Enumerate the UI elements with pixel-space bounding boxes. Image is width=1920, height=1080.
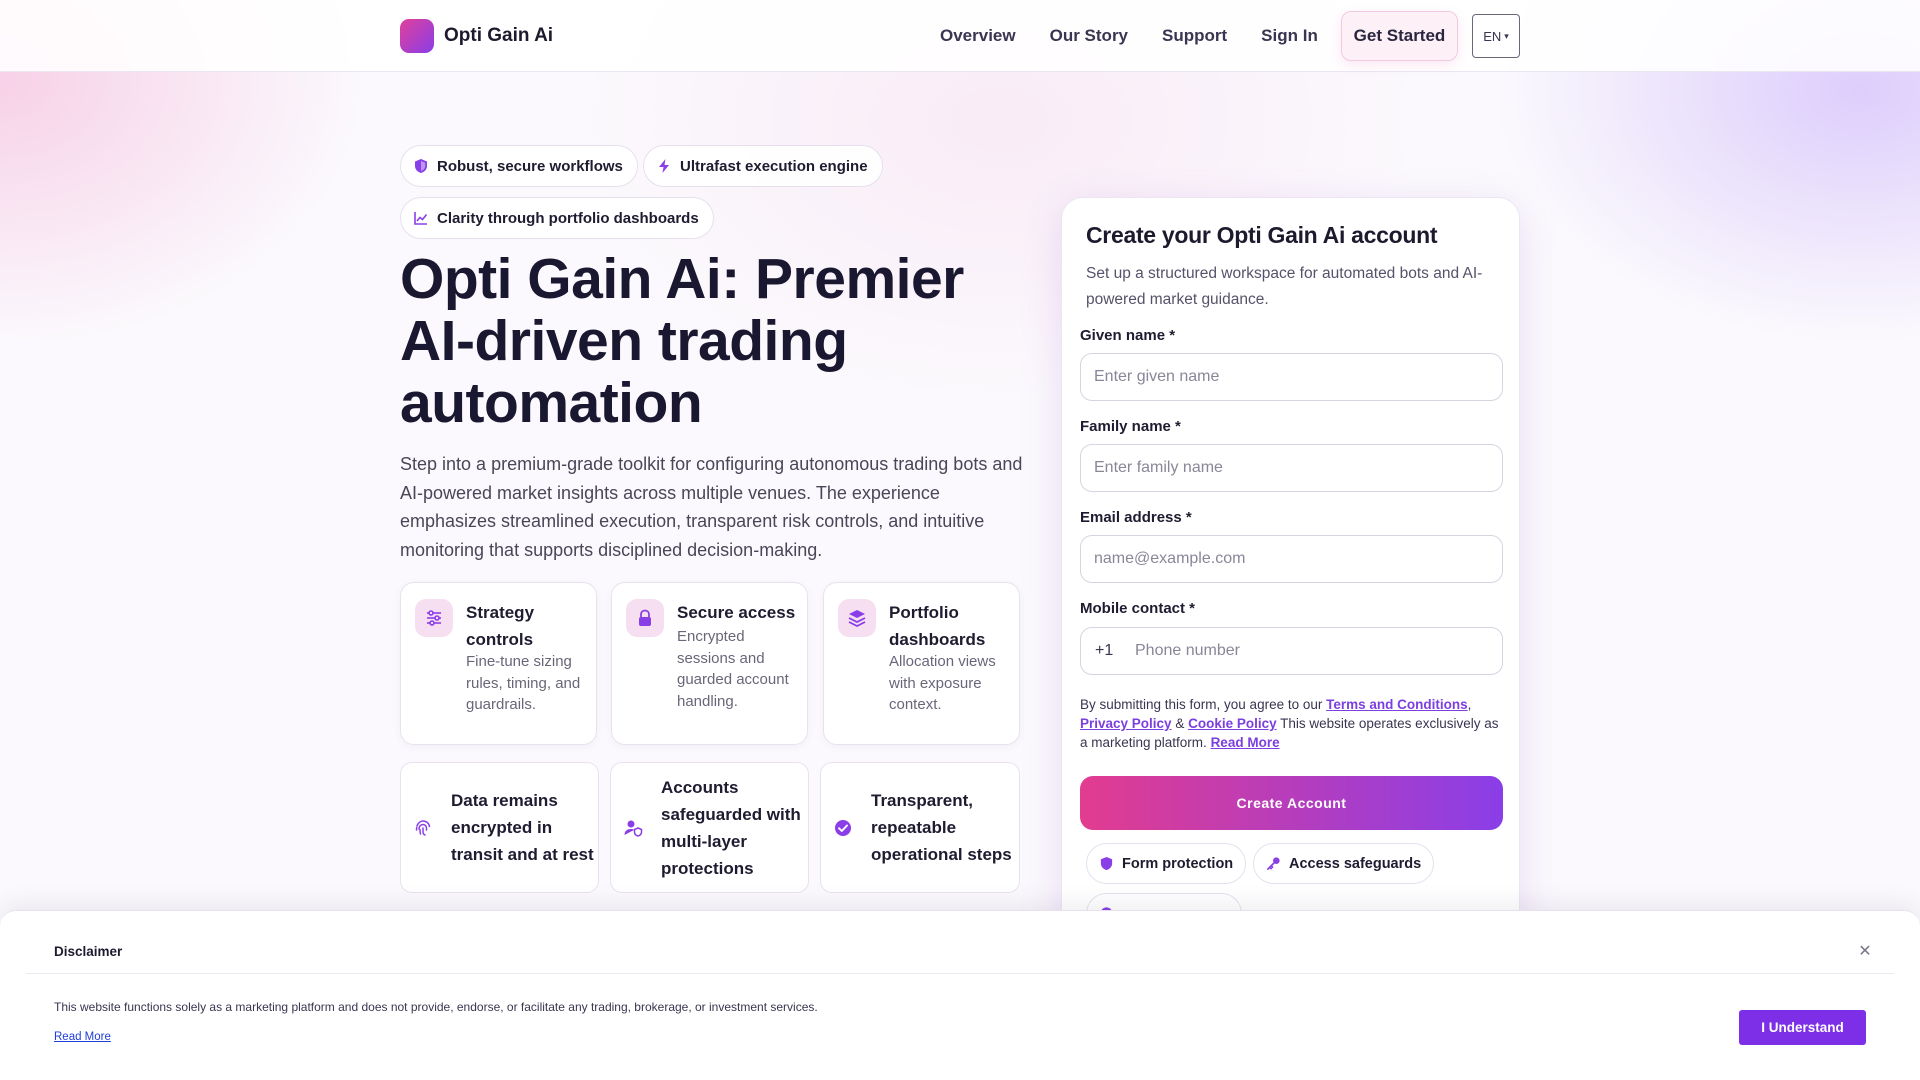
trust-text: Accounts safeguarded with multi-layer pr… <box>661 777 801 878</box>
pill-label: Robust, secure workflows <box>437 157 623 175</box>
chart-line-icon <box>414 212 428 225</box>
bolt-icon <box>659 159 669 173</box>
family-name-label: Family name * <box>1080 418 1181 435</box>
brand-logo <box>400 19 434 53</box>
shield-icon <box>1100 856 1113 871</box>
nav-our-story[interactable]: Our Story <box>1050 26 1128 46</box>
form-subtitle: Set up a structured workspace for automa… <box>1086 265 1483 308</box>
pill-label: Ultrafast execution engine <box>680 157 868 175</box>
pill-secure-workflows: Robust, secure workflows <box>400 145 638 187</box>
disclaimer-title: Disclaimer <box>54 944 123 959</box>
hero-title: Opti Gain Ai: Premier AI-driven trading … <box>400 247 964 435</box>
nav-support[interactable]: Support <box>1162 26 1227 46</box>
trust-card-accounts: Accounts safeguarded with multi-layer pr… <box>610 762 809 893</box>
given-name-label: Given name * <box>1080 327 1176 344</box>
user-shield-icon <box>624 820 643 837</box>
read-more-link[interactable]: Read More <box>1211 735 1280 750</box>
signup-form-card: Create your Opti Gain Ai account Set up … <box>1061 197 1520 957</box>
feature-title: Portfolio dashboards <box>889 603 986 649</box>
key-icon <box>1267 857 1280 870</box>
feature-desc: Encrypted sessions and guarded account h… <box>677 628 789 710</box>
fingerprint-icon <box>415 819 431 836</box>
get-started-button[interactable]: Get Started <box>1341 11 1458 61</box>
brand[interactable]: Opti Gain Ai <box>400 19 553 53</box>
badge-label: Form protection <box>1122 855 1234 872</box>
brand-name: Opti Gain Ai <box>444 25 554 46</box>
sliders-icon <box>415 599 453 637</box>
family-name-input[interactable] <box>1080 444 1503 492</box>
given-name-input[interactable] <box>1080 353 1503 401</box>
badge-form-protection: Form protection <box>1086 843 1247 884</box>
lock-icon <box>626 599 664 637</box>
language-value: EN <box>1483 28 1502 44</box>
feature-title: Secure access <box>677 603 796 622</box>
email-input[interactable] <box>1080 535 1503 583</box>
email-label: Email address * <box>1080 509 1192 526</box>
cookie-link[interactable]: Cookie Policy <box>1188 716 1277 731</box>
trust-text: Data remains encrypted in transit and at… <box>451 791 594 864</box>
feature-card-secure-access: Secure access Encrypted sessions and gua… <box>611 582 808 745</box>
feature-desc: Allocation views with exposure context. <box>889 653 996 713</box>
phone-label: Mobile contact * <box>1080 600 1196 617</box>
disclaimer-divider <box>26 973 1894 974</box>
language-select[interactable]: EN ▾ <box>1472 14 1520 58</box>
privacy-link[interactable]: Privacy Policy <box>1080 716 1172 731</box>
feature-card-strategy: Strategy controls Fine-tune sizing rules… <box>400 582 597 745</box>
disclaimer-banner: Disclaimer ✕ This website functions sole… <box>0 910 1920 1080</box>
pill-execution-engine: Ultrafast execution engine <box>643 145 883 187</box>
feature-title: Strategy controls <box>466 603 535 649</box>
create-account-button[interactable]: Create Account <box>1080 776 1503 830</box>
trust-card-operations: Transparent, repeatable operational step… <box>820 762 1020 893</box>
trust-card-encryption: Data remains encrypted in transit and at… <box>400 762 599 893</box>
site-header: Opti Gain Ai Overview Our Story Support … <box>0 0 1920 72</box>
feature-card-portfolio: Portfolio dashboards Allocation views wi… <box>823 582 1020 745</box>
i-understand-button[interactable]: I Understand <box>1739 1010 1866 1045</box>
nav-sign-in[interactable]: Sign In <box>1261 26 1318 46</box>
badge-access-safeguards: Access safeguards <box>1253 843 1435 884</box>
badge-label: Access safeguards <box>1289 855 1422 872</box>
legal-notice: By submitting this form, you agree to ou… <box>1080 697 1499 750</box>
phone-country-code[interactable]: +1 <box>1081 642 1135 660</box>
trust-text: Transparent, repeatable operational step… <box>871 791 1012 864</box>
disclaimer-text: This website functions solely as a marke… <box>54 1000 818 1014</box>
caret-down-icon: ▾ <box>1504 30 1509 41</box>
pill-portfolio-dashboards: Clarity through portfolio dashboards <box>400 197 714 239</box>
phone-field: +1 <box>1080 627 1503 675</box>
feature-desc: Fine-tune sizing rules, timing, and guar… <box>466 653 581 713</box>
legal-prefix: By submitting this form, you agree to ou… <box>1080 697 1327 712</box>
pill-label: Clarity through portfolio dashboards <box>437 209 699 227</box>
check-circle-icon <box>835 819 851 836</box>
terms-link[interactable]: Terms and Conditions <box>1326 697 1468 712</box>
form-title: Create your Opti Gain Ai account <box>1086 222 1438 248</box>
hero-description: Step into a premium-grade toolkit for co… <box>400 454 1023 560</box>
layers-icon <box>838 599 876 637</box>
main-nav: Overview Our Story Support Sign In <box>940 0 1352 72</box>
phone-input[interactable] <box>1135 629 1502 673</box>
shield-icon <box>415 159 427 173</box>
nav-overview[interactable]: Overview <box>940 26 1016 46</box>
disclaimer-read-more-link[interactable]: Read More <box>54 1031 111 1043</box>
close-icon[interactable]: ✕ <box>1855 941 1875 961</box>
